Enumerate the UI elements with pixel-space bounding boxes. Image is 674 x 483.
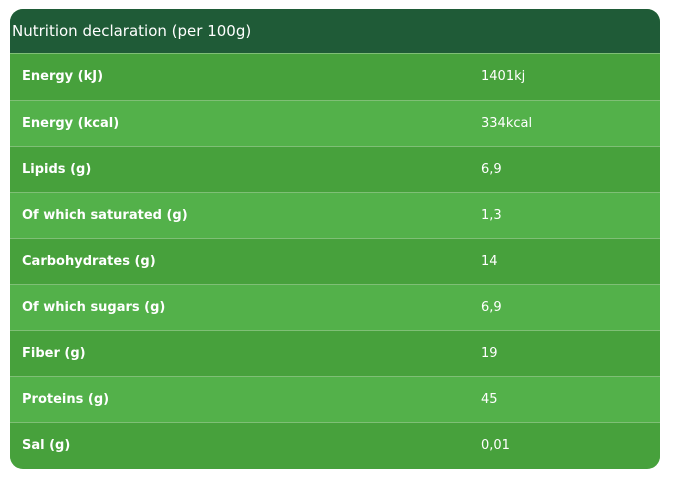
row-value: 14 bbox=[481, 254, 498, 269]
table-row: Sal (g) 0,01 bbox=[10, 422, 660, 468]
table-row: Carbohydrates (g) 14 bbox=[10, 238, 660, 284]
row-label: Carbohydrates (g) bbox=[22, 254, 156, 269]
row-value: 0,01 bbox=[481, 438, 510, 453]
table-body: Energy (kJ) 1401kj Energy (kcal) 334kcal Lip… bbox=[10, 54, 660, 468]
table-row: Of which sugars (g) 6,9 bbox=[10, 284, 660, 330]
table-title: Nutrition declaration (per 100g) bbox=[10, 9, 660, 54]
row-label: Of which saturated (g) bbox=[22, 208, 188, 223]
row-value: 19 bbox=[481, 346, 498, 361]
row-value: 1401kj bbox=[481, 69, 526, 84]
row-value: 334kcal bbox=[481, 116, 533, 131]
row-label: Energy (kJ) bbox=[22, 69, 104, 84]
row-label: Proteins (g) bbox=[22, 392, 110, 407]
row-value: 45 bbox=[481, 392, 498, 407]
row-value: 6,9 bbox=[481, 300, 502, 315]
row-label: Of which sugars (g) bbox=[22, 300, 166, 315]
row-label: Fiber (g) bbox=[22, 346, 86, 361]
table-row: Fiber (g) 19 bbox=[10, 330, 660, 376]
nutrition-table: Nutrition declaration (per 100g) Energy … bbox=[10, 9, 660, 469]
row-label: Lipids (g) bbox=[22, 162, 92, 177]
table-row: Energy (kJ) 1401kj bbox=[10, 54, 660, 100]
row-label: Sal (g) bbox=[22, 438, 71, 453]
row-label: Energy (kcal) bbox=[22, 116, 120, 131]
table-row: Of which saturated (g) 1,3 bbox=[10, 192, 660, 238]
row-value: 6,9 bbox=[481, 162, 502, 177]
table-row: Proteins (g) 45 bbox=[10, 376, 660, 422]
table-row: Lipids (g) 6,9 bbox=[10, 146, 660, 192]
table-row: Energy (kcal) 334kcal bbox=[10, 100, 660, 146]
row-value: 1,3 bbox=[481, 208, 502, 223]
